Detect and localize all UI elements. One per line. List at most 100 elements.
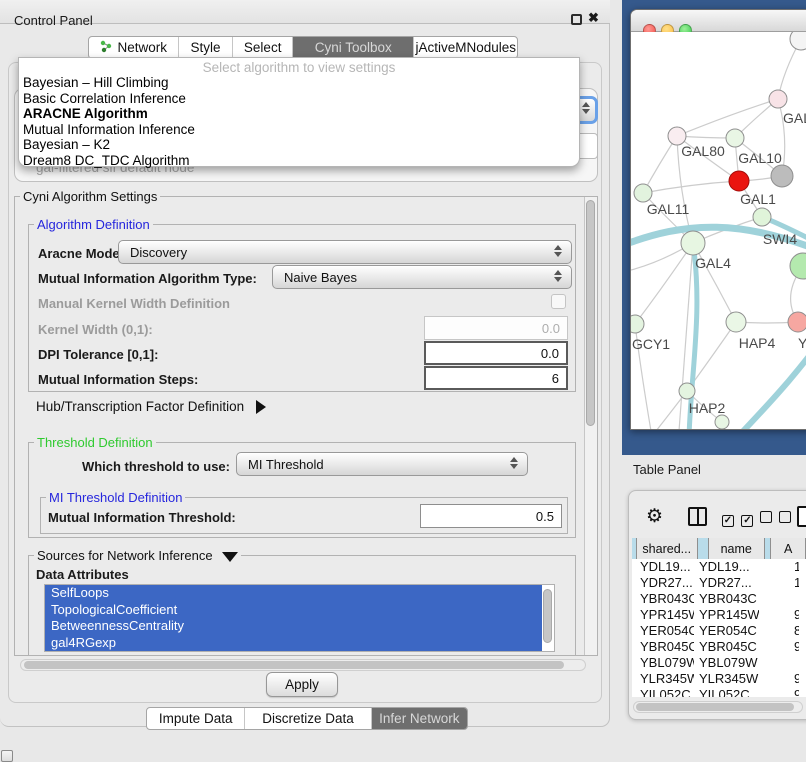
- network-node[interactable]: [715, 415, 729, 429]
- panel-grip-icon[interactable]: [1, 750, 13, 762]
- table-cell: YDL19...: [694, 559, 759, 575]
- network-node-gal[interactable]: [769, 90, 787, 108]
- network-node[interactable]: [771, 165, 793, 187]
- mi-threshold-field[interactable]: 0.5: [420, 504, 562, 528]
- table-cell: YBR043C: [694, 591, 759, 607]
- tab-infer-network[interactable]: Infer Network: [372, 708, 467, 729]
- table-row[interactable]: YDL19...YDL19...13: [632, 559, 806, 575]
- tab-select[interactable]: Select: [233, 37, 293, 58]
- network-node-gcy1[interactable]: [631, 315, 644, 333]
- tab-cyni-toolbox[interactable]: Cyni Toolbox: [293, 37, 414, 58]
- settings-scrollbar-thumb[interactable]: [586, 200, 595, 426]
- float-window-icon[interactable]: [571, 14, 582, 25]
- table-row[interactable]: YPR145WYPR145W9.: [632, 607, 806, 623]
- table-cell: YBL079W: [694, 655, 759, 671]
- table-column-header[interactable]: name: [708, 538, 765, 559]
- dropdown-item[interactable]: Bayesian – Hill Climbing: [19, 75, 579, 91]
- network-node-label: GCY1: [632, 336, 670, 352]
- tab-impute-data-label: Impute Data: [159, 711, 233, 726]
- attributes-scrollbar-thumb[interactable]: [543, 589, 552, 643]
- mi-type-combo[interactable]: Naive Bayes: [272, 265, 572, 289]
- network-node-label: GAL80: [681, 143, 725, 159]
- column-layout-icon[interactable]: [688, 507, 707, 526]
- tab-style[interactable]: Style: [179, 37, 234, 58]
- which-threshold-value: MI Threshold: [248, 457, 324, 472]
- network-node[interactable]: [790, 32, 806, 50]
- mi-type-value: Naive Bayes: [284, 270, 357, 285]
- kernel-width-field[interactable]: 0.0: [424, 316, 568, 340]
- bottom-tabbar: Impute Data Discretize Data Infer Networ…: [146, 707, 468, 730]
- dropdown-item[interactable]: Dream8 DC_TDC Algorithm: [19, 153, 579, 169]
- clear-all-checks-button[interactable]: [760, 510, 791, 528]
- tab-network[interactable]: Network: [89, 37, 179, 58]
- mi-type-label: Mutual Information Algorithm Type:: [38, 271, 257, 286]
- network-node-hap2[interactable]: [679, 383, 695, 399]
- table-cell: 8.: [759, 623, 799, 639]
- table-column-header[interactable]: shared...: [636, 538, 698, 559]
- table-cell: YBR043C: [632, 591, 694, 607]
- which-threshold-combo[interactable]: MI Threshold: [236, 452, 528, 476]
- mi-steps-label: Mutual Information Steps:: [38, 372, 198, 387]
- network-node-gal1[interactable]: [729, 171, 749, 191]
- aracne-mode-combo[interactable]: Discovery: [118, 240, 572, 264]
- close-icon[interactable]: ✖: [588, 10, 599, 26]
- dropdown-item[interactable]: Bayesian – K2: [19, 137, 579, 153]
- network-node[interactable]: [790, 253, 806, 279]
- aracne-mode-label: Aracne Mode:: [38, 246, 124, 261]
- dropdown-item[interactable]: Mutual Information Inference: [19, 122, 579, 138]
- network-node-label: GAL: [783, 110, 806, 126]
- table-cell: 9.: [759, 687, 799, 697]
- table-row[interactable]: YBL079WYBL079W: [632, 655, 806, 671]
- algorithm-dropdown-list: Select algorithm to view settings Bayesi…: [18, 57, 580, 167]
- select-all-checks-button[interactable]: ✓ ✓: [722, 510, 753, 528]
- network-node-gal4[interactable]: [681, 231, 705, 255]
- kernel-width-label: Kernel Width (0,1):: [38, 322, 153, 337]
- table-hscrollbar-thumb[interactable]: [636, 703, 794, 711]
- kernel-width-value: 0.0: [542, 321, 560, 336]
- algorithm-definition-legend: Algorithm Definition: [34, 217, 153, 232]
- network-node-gal11[interactable]: [634, 184, 652, 202]
- network-node-swi4[interactable]: [753, 208, 771, 226]
- network-node-gal10[interactable]: [726, 129, 744, 147]
- mi-steps-field[interactable]: 6: [424, 366, 568, 390]
- hub-section-toggle[interactable]: Hub/Transcription Factor Definition: [36, 399, 266, 414]
- table-row[interactable]: YBR045CYBR045C9.: [632, 639, 806, 655]
- dropdown-item[interactable]: ARACNE Algorithm: [19, 106, 579, 122]
- network-canvas[interactable]: GALGAL80GAL10GAL1GAL11SWI4GAL4GCY1HAP4YH…: [631, 32, 806, 430]
- table-row[interactable]: YIL052CYIL052C9.: [632, 687, 806, 697]
- data-attribute-item[interactable]: gal4RGexp: [45, 635, 542, 652]
- table-row[interactable]: YBR043CYBR043C: [632, 591, 806, 607]
- data-attribute-item[interactable]: BetweennessCentrality: [45, 618, 542, 635]
- table-row[interactable]: YDR27...YDR27...12: [632, 575, 806, 591]
- network-node-y[interactable]: [788, 312, 806, 332]
- tab-network-label: Network: [118, 40, 168, 55]
- gear-icon[interactable]: ⚙: [646, 505, 663, 528]
- data-attribute-item[interactable]: SelfLoops: [45, 585, 542, 602]
- collapse-triangle-icon[interactable]: [222, 552, 238, 562]
- table-cell: YBR045C: [632, 639, 694, 655]
- apply-button[interactable]: Apply: [266, 672, 338, 697]
- document-icon[interactable]: [797, 506, 806, 527]
- combo-stepper-icon: [554, 245, 562, 257]
- threshold-definition-legend: Threshold Definition: [34, 435, 156, 450]
- table-cell: [759, 655, 799, 671]
- tab-jactivemnodules[interactable]: jActiveMNodules: [414, 37, 517, 58]
- dpi-tolerance-field[interactable]: 0.0: [424, 341, 568, 365]
- network-node-hap4[interactable]: [726, 312, 746, 332]
- table-cell: YLR345W: [632, 671, 694, 687]
- table-cell: 13: [759, 559, 799, 575]
- dropdown-items: Bayesian – Hill ClimbingBasic Correlatio…: [19, 75, 579, 168]
- manual-kernel-checkbox[interactable]: [551, 294, 566, 309]
- network-node-label: HAP2: [689, 400, 726, 416]
- data-attribute-item[interactable]: TopologicalCoefficient: [45, 602, 542, 619]
- table-row[interactable]: YLR345WYLR345W9.: [632, 671, 806, 687]
- network-window-titlebar[interactable]: [631, 10, 806, 32]
- tab-impute-data[interactable]: Impute Data: [147, 708, 245, 729]
- table-row[interactable]: YER054CYER054C8.: [632, 623, 806, 639]
- expand-triangle-icon[interactable]: [256, 400, 266, 414]
- table-column-header[interactable]: A: [770, 538, 806, 559]
- dropdown-item[interactable]: Basic Correlation Inference: [19, 91, 579, 107]
- which-threshold-label: Which threshold to use:: [40, 459, 230, 474]
- tab-discretize-data[interactable]: Discretize Data: [245, 708, 371, 729]
- settings-hscrollbar-thumb[interactable]: [24, 661, 564, 669]
